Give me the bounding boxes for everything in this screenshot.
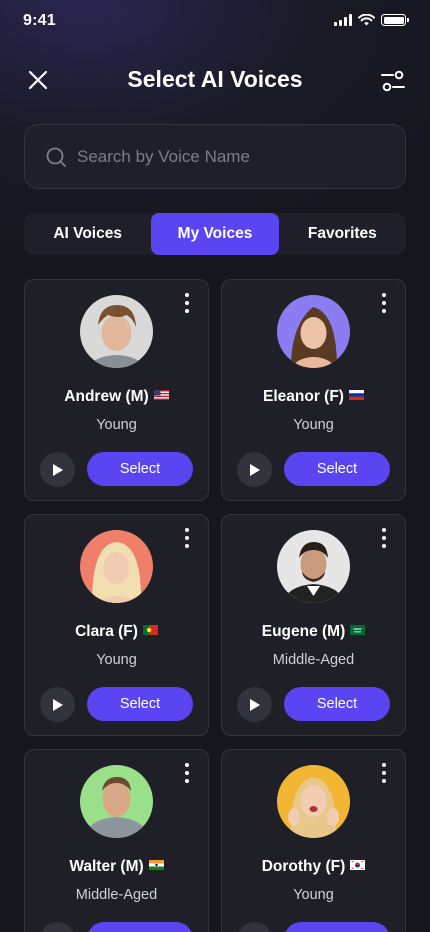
avatar	[80, 295, 153, 368]
filter-icon	[381, 70, 405, 92]
more-options-button[interactable]	[182, 528, 192, 548]
avatar	[80, 530, 153, 603]
india-flag-icon	[148, 860, 164, 870]
voice-name: Walter (M)	[69, 858, 144, 875]
voice-card: Eugene (M) Middle-Aged Select	[221, 514, 406, 736]
play-button[interactable]	[237, 922, 272, 932]
voice-card: Eleanor (F) Young Select	[221, 279, 406, 501]
tab-ai-voices[interactable]: AI Voices	[24, 213, 151, 255]
more-options-button[interactable]	[379, 528, 389, 548]
united-states-flag-icon	[153, 390, 169, 400]
status-time: 9:41	[23, 12, 56, 29]
filter-button[interactable]	[380, 68, 406, 94]
south-korea-flag-icon	[350, 860, 366, 870]
select-button[interactable]: Select	[87, 687, 193, 721]
cellular-signal-icon	[334, 14, 352, 26]
voice-age: Young	[96, 652, 137, 668]
header: Select AI Voices	[0, 60, 430, 102]
battery-icon	[381, 14, 409, 26]
select-button[interactable]: Select	[87, 452, 193, 486]
voice-age: Middle-Aged	[272, 652, 355, 668]
voice-age: Young	[293, 887, 334, 903]
tab-my-voices[interactable]: My Voices	[151, 213, 279, 255]
voice-card: Dorothy (F) Young Select	[221, 749, 406, 932]
select-button[interactable]: Select	[87, 922, 193, 932]
voice-name: Dorothy (F)	[261, 858, 346, 875]
avatar	[277, 295, 350, 368]
page-title: Select AI Voices	[127, 66, 303, 92]
avatar	[80, 765, 153, 838]
select-button[interactable]: Select	[284, 452, 390, 486]
voice-card: Walter (M) Middle-Aged Select	[24, 749, 209, 932]
saudi-arabia-flag-icon	[350, 625, 366, 635]
search-box	[24, 124, 406, 189]
voice-age: Young	[293, 417, 334, 433]
avatar	[277, 530, 350, 603]
status-icons	[334, 14, 409, 26]
avatar	[277, 765, 350, 838]
voice-name: Andrew (M)	[64, 388, 149, 405]
more-options-button[interactable]	[379, 763, 389, 783]
select-button[interactable]: Select	[284, 922, 390, 932]
play-button[interactable]	[40, 452, 75, 487]
wifi-icon	[358, 14, 375, 26]
play-icon	[53, 698, 63, 711]
play-icon	[250, 463, 260, 476]
more-options-button[interactable]	[182, 293, 192, 313]
voice-card: Andrew (M) Young Select	[24, 279, 209, 501]
play-button[interactable]	[237, 452, 272, 487]
voice-card: Clara (F) Young Select	[24, 514, 209, 736]
status-bar: 9:41	[0, 0, 430, 44]
voice-name: Eleanor (F)	[263, 388, 344, 405]
play-button[interactable]	[40, 922, 75, 932]
search-icon	[46, 147, 66, 167]
play-icon	[53, 463, 63, 476]
play-icon	[250, 698, 260, 711]
voice-name: Eugene (M)	[261, 623, 346, 640]
more-options-button[interactable]	[379, 293, 389, 313]
russia-flag-icon	[348, 390, 364, 400]
voice-tabs: AI Voices My Voices Favorites	[24, 213, 406, 255]
play-button[interactable]	[40, 687, 75, 722]
portugal-flag-icon	[142, 625, 158, 635]
voice-name: Clara (F)	[75, 623, 138, 640]
select-button[interactable]: Select	[284, 687, 390, 721]
play-button[interactable]	[237, 687, 272, 722]
voice-age: Young	[96, 417, 137, 433]
search-input[interactable]	[77, 146, 377, 167]
tab-favorites[interactable]: Favorites	[279, 213, 406, 255]
more-options-button[interactable]	[182, 763, 192, 783]
voice-age: Middle-Aged	[75, 887, 158, 903]
